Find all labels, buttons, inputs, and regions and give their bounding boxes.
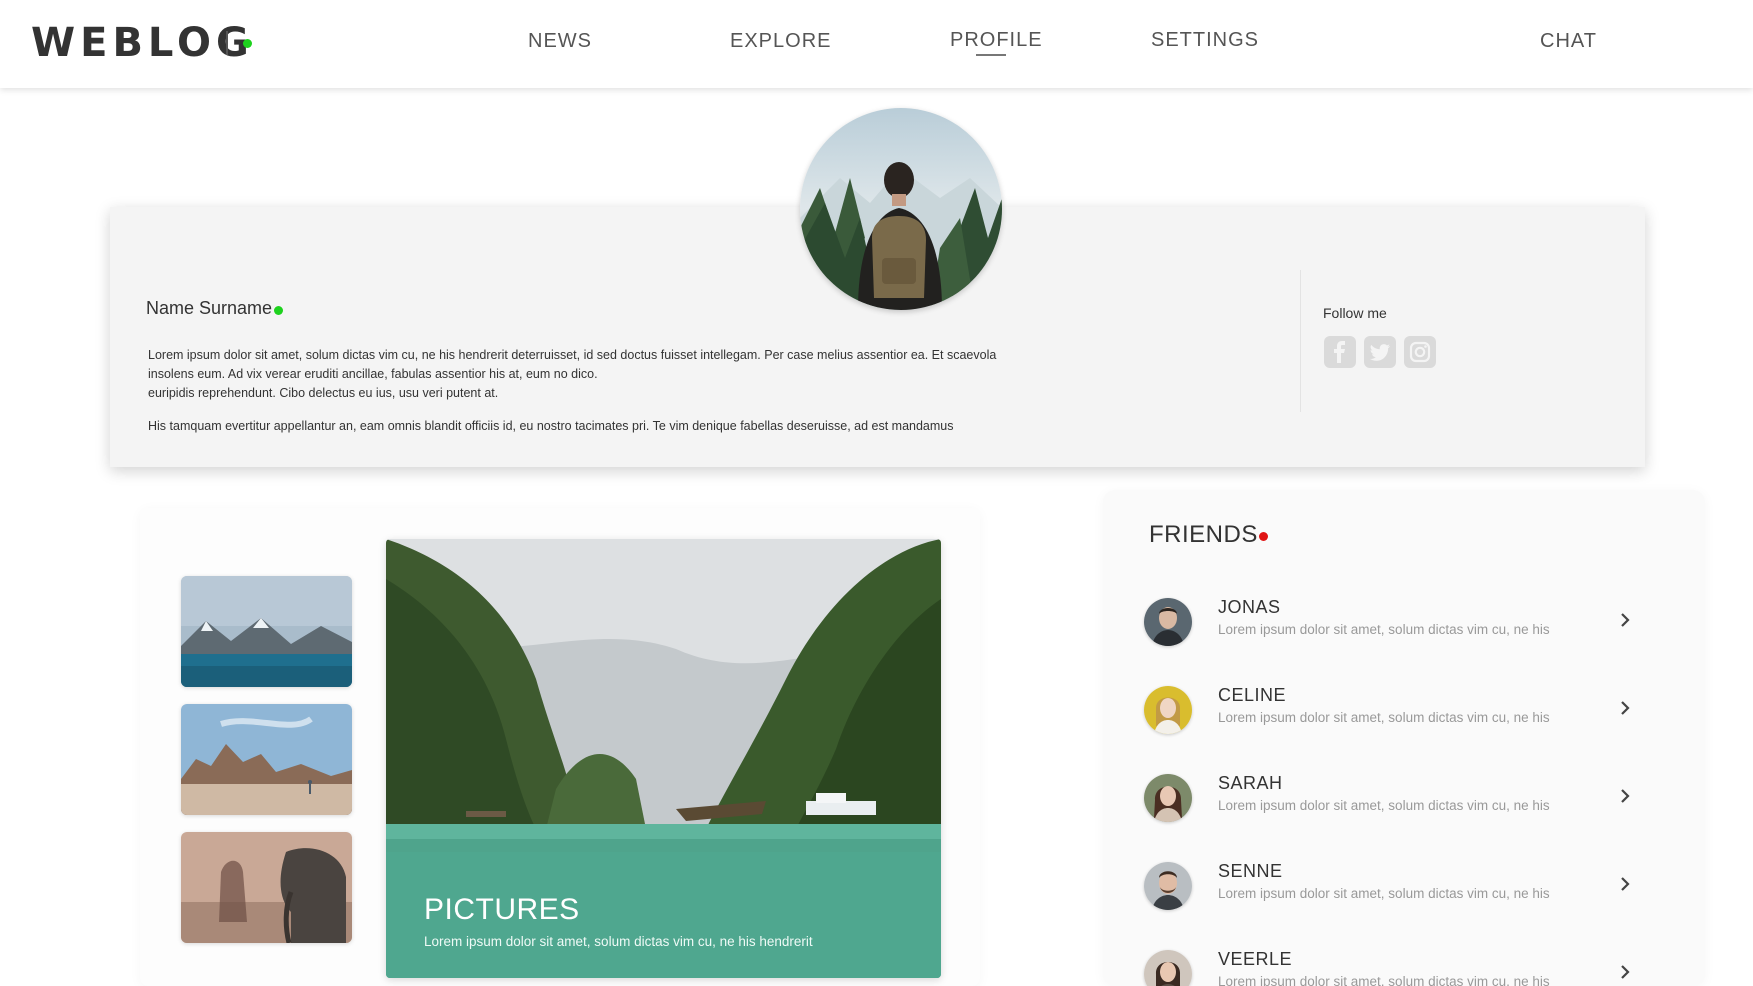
nav-chat[interactable]: CHAT xyxy=(1540,30,1597,53)
friend-name: JONAS xyxy=(1218,597,1281,617)
profile-card-divider xyxy=(1300,270,1301,412)
friend-name: SENNE xyxy=(1218,861,1283,881)
friend-item-celine[interactable]: CELINE Lorem ipsum dolor sit amet, solum… xyxy=(1140,679,1650,749)
avatar xyxy=(1144,598,1192,646)
friend-item-sarah[interactable]: SARAH Lorem ipsum dolor sit amet, solum … xyxy=(1140,767,1650,837)
active-nav-underline xyxy=(976,54,1006,56)
friend-description: Lorem ipsum dolor sit amet, solum dictas… xyxy=(1218,622,1550,637)
profile-avatar-image xyxy=(800,108,1002,310)
gallery-subtitle: Lorem ipsum dolor sit amet, solum dictas… xyxy=(424,934,813,949)
gallery-title: PICTURES xyxy=(424,893,580,926)
friends-title: FRIENDS xyxy=(1149,521,1258,548)
chevron-right-icon[interactable] xyxy=(1618,875,1632,893)
friend-name: SARAH xyxy=(1218,773,1283,793)
avatar xyxy=(1144,686,1192,734)
chevron-right-icon[interactable] xyxy=(1618,963,1632,981)
chevron-right-icon[interactable] xyxy=(1618,611,1632,629)
top-navigation-bar: WEBLOG NEWS EXPLORE PROFILE SETTINGS CHA… xyxy=(0,0,1753,88)
nav-settings[interactable]: SETTINGS xyxy=(1151,29,1259,52)
friend-description: Lorem ipsum dolor sit amet, solum dictas… xyxy=(1218,798,1550,813)
avatar xyxy=(1144,774,1192,822)
friend-description: Lorem ipsum dolor sit amet, solum dictas… xyxy=(1218,710,1550,725)
friend-name: CELINE xyxy=(1218,685,1287,705)
friend-name: VEERLE xyxy=(1218,949,1293,969)
friend-description: Lorem ipsum dolor sit amet, solum dictas… xyxy=(1218,974,1550,986)
nav-explore[interactable]: EXPLORE xyxy=(730,30,831,53)
facebook-icon[interactable] xyxy=(1324,336,1356,368)
gallery-thumbnail-elephant[interactable] xyxy=(181,832,352,943)
friend-item-veerle[interactable]: VEERLE Lorem ipsum dolor sit amet, solum… xyxy=(1140,943,1650,986)
online-status-dot xyxy=(243,39,252,48)
profile-avatar[interactable] xyxy=(800,108,1002,310)
friends-notification-dot xyxy=(1259,532,1268,541)
nav-news[interactable]: NEWS xyxy=(528,30,592,53)
logo-divider xyxy=(226,31,228,55)
chevron-right-icon[interactable] xyxy=(1618,787,1632,805)
gallery-thumbnail-lake[interactable] xyxy=(181,576,352,687)
gallery-thumbnail-desert[interactable] xyxy=(181,704,352,815)
chevron-right-icon[interactable] xyxy=(1618,699,1632,717)
instagram-icon[interactable] xyxy=(1404,336,1436,368)
profile-bio: Lorem ipsum dolor sit amet, solum dictas… xyxy=(148,346,1008,403)
avatar xyxy=(1144,862,1192,910)
friend-item-senne[interactable]: SENNE Lorem ipsum dolor sit amet, solum … xyxy=(1140,855,1650,925)
friend-item-jonas[interactable]: JONAS Lorem ipsum dolor sit amet, solum … xyxy=(1140,591,1650,661)
bio-line-2: euripidis reprehendunt. Cibo delectus eu… xyxy=(148,386,499,400)
avatar xyxy=(1144,950,1192,986)
twitter-icon[interactable] xyxy=(1364,336,1396,368)
weblog-logo[interactable]: WEBLOG xyxy=(31,20,254,66)
profile-bio-paragraph-2: His tamquam evertitur appellantur an, ea… xyxy=(148,419,954,433)
featured-photo[interactable]: PICTURES Lorem ipsum dolor sit amet, sol… xyxy=(386,539,941,978)
bio-line-1: Lorem ipsum dolor sit amet, solum dictas… xyxy=(148,348,997,381)
profile-name: Name Surname xyxy=(146,298,273,318)
nav-profile[interactable]: PROFILE xyxy=(950,29,1043,52)
profile-online-dot xyxy=(274,306,283,315)
friend-description: Lorem ipsum dolor sit amet, solum dictas… xyxy=(1218,886,1550,901)
follow-me-label: Follow me xyxy=(1323,305,1387,321)
